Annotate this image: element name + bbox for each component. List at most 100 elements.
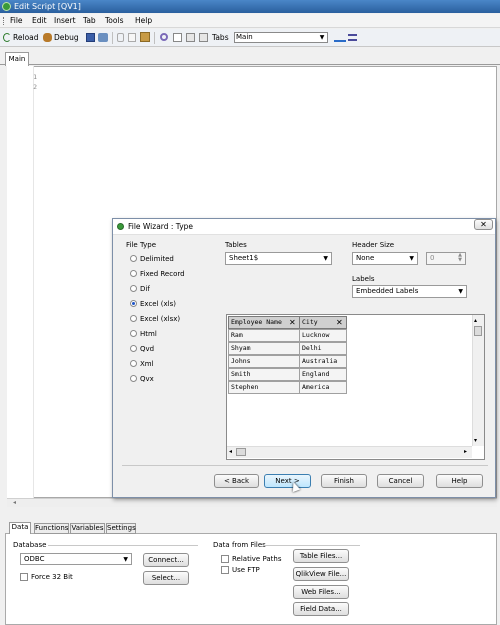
database-divider (48, 545, 198, 546)
radio-excel-xls[interactable] (130, 300, 137, 307)
radio-dif[interactable] (130, 285, 137, 292)
file-type-xml: Xml (140, 360, 154, 368)
file-type-qvx: Qvx (140, 375, 154, 383)
remove-column-icon[interactable]: ✕ (289, 317, 296, 328)
radio-delimited[interactable] (130, 255, 137, 262)
force-32-bit-label: Force 32 Bit (31, 573, 73, 581)
database-value: ODBC (24, 555, 45, 563)
wizard-close-button[interactable]: ✕ (474, 219, 493, 230)
next-button[interactable]: Next > (264, 474, 311, 488)
back-button[interactable]: < Back (214, 474, 259, 488)
field-data-button[interactable]: Field Data... (293, 602, 349, 616)
database-dropdown[interactable]: ODBC ▼ (20, 553, 132, 565)
chevron-down-icon: ▼ (123, 556, 128, 563)
table-cell: Smith (228, 368, 300, 381)
paste-icon[interactable] (140, 32, 150, 42)
find-icon[interactable] (160, 33, 168, 41)
close-icon: ✕ (480, 220, 487, 229)
tables-label: Tables (225, 241, 247, 249)
tabs-dropdown-value: Main (236, 33, 253, 41)
file-type-fixed-record: Fixed Record (140, 270, 185, 278)
help-button[interactable]: Help (436, 474, 483, 488)
preview-horizontal-scrollbar[interactable] (227, 446, 472, 458)
table-cell: America (299, 381, 347, 394)
radio-xml[interactable] (130, 360, 137, 367)
select-button[interactable]: Select... (143, 571, 189, 585)
new-tab-icon[interactable] (173, 33, 182, 42)
radio-html[interactable] (130, 330, 137, 337)
menu-tools[interactable]: Tools (105, 14, 123, 28)
relative-paths-label: Relative Paths (232, 555, 282, 563)
table-cell: England (299, 368, 347, 381)
menu-insert[interactable]: Insert (54, 14, 76, 28)
tables-dropdown[interactable]: Sheet1$ ▼ (225, 252, 332, 265)
tab-variables[interactable]: Variables (70, 523, 105, 534)
scroll-down-icon[interactable]: ▾ (474, 438, 477, 444)
demote-tab-icon[interactable] (199, 33, 208, 42)
wizard-divider (122, 465, 488, 466)
file-type-html: Html (140, 330, 157, 338)
print-icon[interactable] (98, 33, 108, 42)
table-files-button[interactable]: Table Files... (293, 549, 349, 563)
window-titlebar: Edit Script [QV1] (0, 0, 500, 13)
table-cell: Johns (228, 355, 300, 368)
menu-help[interactable]: Help (135, 14, 152, 28)
chevron-down-icon: ▼ (319, 34, 325, 41)
scroll-up-icon[interactable]: ▴ (474, 318, 477, 324)
header-size-number: 0 (430, 254, 435, 262)
labels-label: Labels (352, 275, 375, 283)
cut-icon[interactable] (117, 33, 124, 42)
qlikview-app-icon (2, 2, 11, 11)
tab-functions[interactable]: Functions (34, 523, 69, 534)
tab-settings[interactable]: Settings (106, 523, 136, 534)
script-tab-strip (0, 50, 500, 65)
format-icon[interactable] (348, 34, 357, 41)
toolbar-separator (154, 32, 155, 44)
header-size-value: None (356, 254, 375, 262)
debug-icon (43, 33, 52, 42)
reload-button[interactable]: Reload (13, 29, 39, 42)
line-number: 1 (33, 73, 37, 81)
stepper-arrows-icon[interactable]: ▲ ▼ (458, 253, 462, 263)
horizontal-scrollbar[interactable]: ◂ (7, 498, 497, 507)
menu-file[interactable]: File (10, 14, 23, 28)
tab-data[interactable]: Data (9, 522, 31, 534)
radio-excel-xlsx[interactable] (130, 315, 137, 322)
header-size-stepper[interactable]: 0 ▲ ▼ (426, 252, 466, 265)
reload-icon (3, 33, 11, 42)
remove-column-icon[interactable]: ✕ (336, 317, 343, 328)
vertical-scroll-thumb[interactable] (474, 326, 482, 336)
finish-button[interactable]: Finish (321, 474, 367, 488)
column-header-label: Employee Name (231, 318, 282, 326)
tabs-dropdown[interactable]: Main ▼ (234, 32, 328, 43)
database-label: Database (13, 541, 47, 549)
table-cell: Australia (299, 355, 347, 368)
scroll-left-icon[interactable]: ◂ (229, 448, 232, 455)
relative-paths-checkbox[interactable] (221, 555, 229, 563)
debug-button[interactable]: Debug (54, 29, 79, 42)
cancel-button[interactable]: Cancel (377, 474, 424, 488)
toolbar-separator (112, 32, 113, 44)
menu-tab[interactable]: Tab (83, 14, 96, 28)
web-files-button[interactable]: Web Files... (293, 585, 349, 599)
header-size-dropdown[interactable]: None ▼ (352, 252, 418, 265)
promote-tab-icon[interactable] (186, 33, 195, 42)
horizontal-scroll-thumb[interactable] (236, 448, 246, 456)
menu-edit[interactable]: Edit (32, 14, 47, 28)
chevron-down-icon: ▼ (409, 255, 414, 262)
text-view-icon[interactable] (334, 33, 346, 42)
scroll-left-icon[interactable]: ◂ (13, 499, 16, 506)
qlikview-file-button[interactable]: QlikView File... (293, 567, 349, 581)
save-icon[interactable] (86, 33, 95, 42)
use-ftp-checkbox[interactable] (221, 566, 229, 574)
labels-dropdown[interactable]: Embedded Labels ▼ (352, 285, 467, 298)
radio-fixed-record[interactable] (130, 270, 137, 277)
copy-icon[interactable] (128, 33, 136, 42)
scroll-right-icon[interactable]: ▸ (464, 448, 467, 455)
radio-qvd[interactable] (130, 345, 137, 352)
tables-value: Sheet1$ (229, 254, 259, 262)
connect-button[interactable]: Connect... (143, 553, 189, 567)
force-32-bit-checkbox[interactable] (20, 573, 28, 581)
radio-qvx[interactable] (130, 375, 137, 382)
tab-main[interactable]: Main (5, 52, 29, 66)
